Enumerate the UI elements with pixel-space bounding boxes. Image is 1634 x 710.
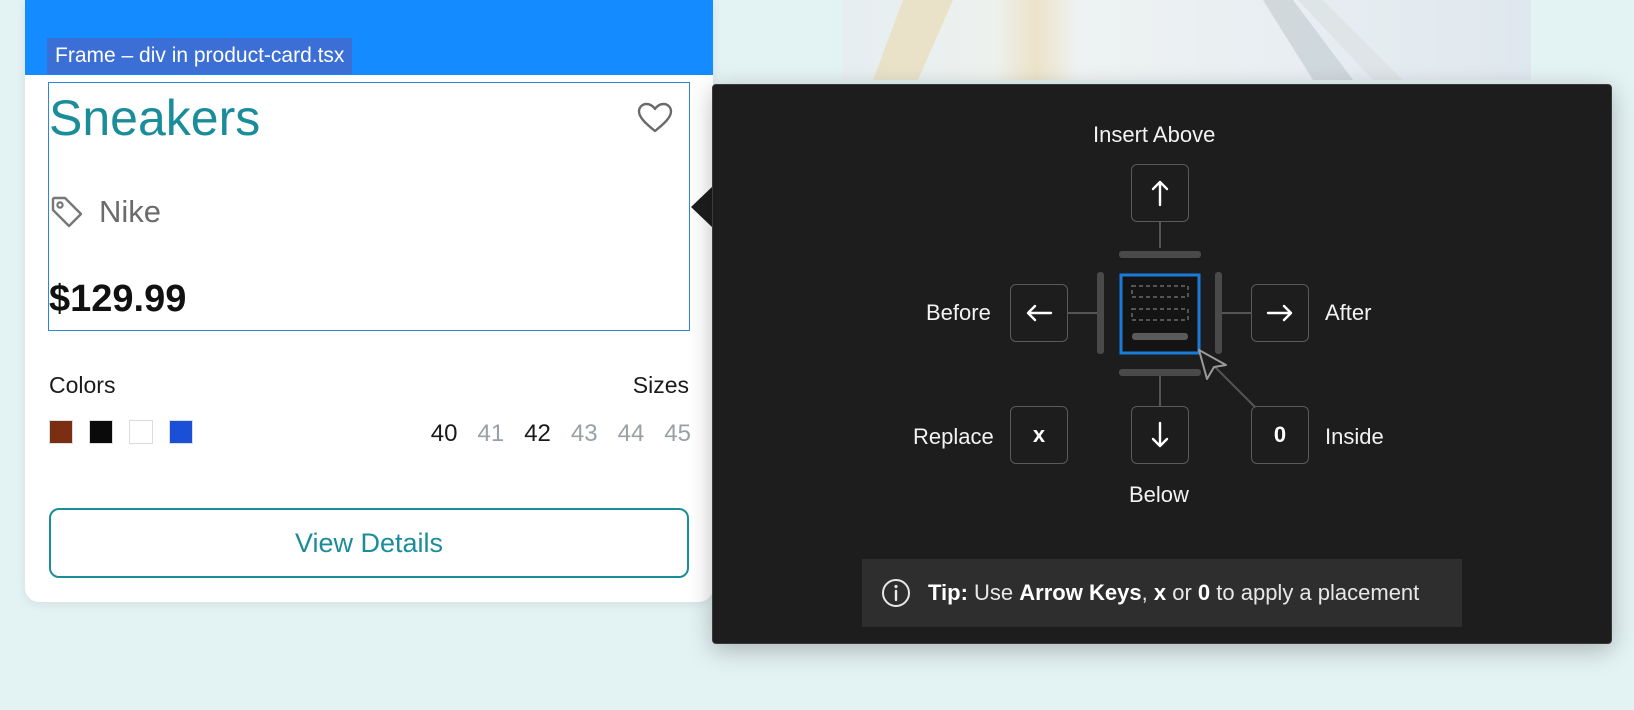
below-button[interactable] <box>1131 406 1189 464</box>
size-option[interactable]: 40 <box>431 420 458 448</box>
brand-name: Nike <box>99 194 162 229</box>
before-label: Before <box>926 300 991 325</box>
product-card: Frame – div in product-card.tsx Sneakers… <box>25 0 713 602</box>
tag-icon <box>51 196 83 228</box>
insert-above-button[interactable] <box>1131 164 1189 222</box>
tip-rest: to apply a placement <box>1216 580 1420 605</box>
size-option[interactable]: 43 <box>571 420 598 448</box>
product-price: $129.99 <box>49 278 187 320</box>
size-option[interactable]: 41 <box>477 420 504 448</box>
color-swatch[interactable] <box>169 420 193 444</box>
inside-label: Inside <box>1325 424 1384 449</box>
after-button[interactable] <box>1251 284 1309 342</box>
size-option[interactable]: 42 <box>524 420 551 448</box>
color-swatch[interactable] <box>129 420 153 444</box>
colors-label: Colors <box>49 372 116 398</box>
frame-label: Frame – div in product-card.tsx <box>47 38 353 74</box>
color-swatch[interactable] <box>49 420 73 444</box>
tip-bar: Tip: Use Arrow Keys, x or 0 to apply a p… <box>862 559 1462 627</box>
view-details-button[interactable]: View Details <box>49 508 689 578</box>
below-label: Below <box>1129 482 1189 507</box>
tip-text: Tip: Use Arrow Keys, x or 0 to apply a p… <box>928 580 1419 606</box>
brand-row: Nike <box>49 190 161 234</box>
before-button[interactable] <box>1010 284 1068 342</box>
arrow-right-icon <box>1266 304 1293 322</box>
tip-label: Tip: <box>928 580 968 605</box>
cursor-icon <box>1198 349 1227 380</box>
tip-comma: , <box>1141 580 1148 605</box>
product-photo <box>843 0 1531 80</box>
size-option[interactable]: 44 <box>618 420 645 448</box>
popover-pointer <box>691 186 713 228</box>
sizes-label: Sizes <box>632 372 689 398</box>
inside-button[interactable]: 0 <box>1251 406 1309 464</box>
tip-use: Use <box>974 580 1014 605</box>
arrow-left-icon <box>1026 304 1053 322</box>
arrow-up-icon <box>1151 180 1169 207</box>
after-label: After <box>1325 300 1372 325</box>
tip-arrow-keys: Arrow Keys <box>1019 580 1142 605</box>
color-swatches <box>49 420 193 444</box>
tip-x-key: x <box>1153 580 1167 605</box>
replace-label: Replace <box>913 424 994 449</box>
replace-button[interactable]: x <box>1010 406 1068 464</box>
tip-zero-key: 0 <box>1197 580 1211 605</box>
heart-icon[interactable] <box>637 102 673 134</box>
arrow-down-icon <box>1151 421 1169 448</box>
insert-above-label: Insert Above <box>1093 122 1216 147</box>
product-title: Sneakers <box>49 90 261 146</box>
info-icon <box>882 579 910 607</box>
tip-or: or <box>1172 580 1192 605</box>
size-options: 40 41 42 43 44 45 <box>431 420 691 448</box>
size-option[interactable]: 45 <box>664 420 691 448</box>
color-swatch[interactable] <box>89 420 113 444</box>
